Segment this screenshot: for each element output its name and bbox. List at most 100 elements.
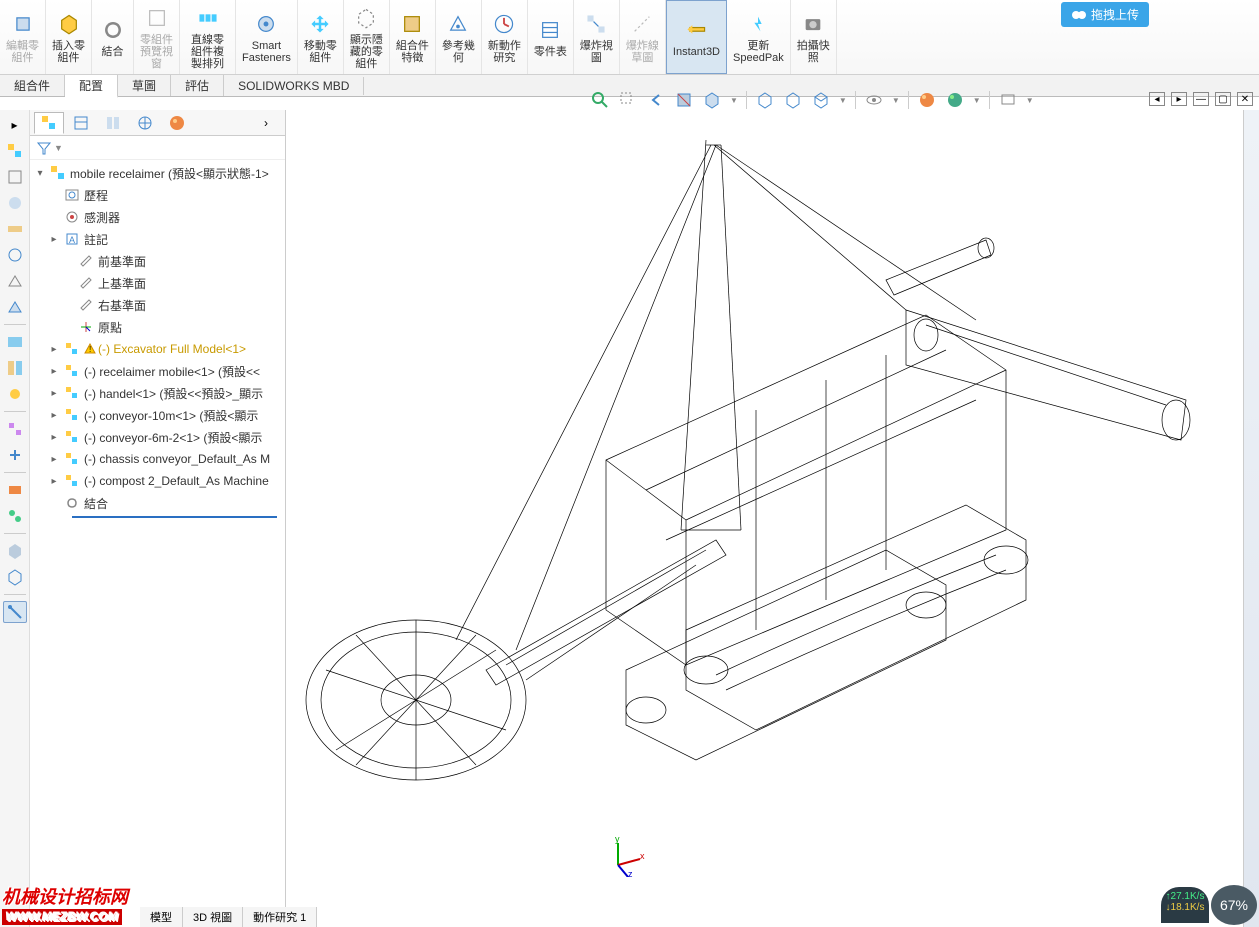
fm-tab-more-icon[interactable]: › <box>251 112 281 134</box>
ribbon-move-component[interactable]: 移動零 組件 <box>298 0 344 74</box>
ribbon-bom[interactable]: 零件表 <box>528 0 574 74</box>
tab-assembly[interactable]: 組合件 <box>0 75 65 96</box>
tree-item[interactable]: 前基準面 <box>30 250 285 272</box>
ribbon-new-motion[interactable]: 新動作 研究 <box>482 0 528 74</box>
exploded-view-icon <box>582 10 610 38</box>
tree-item[interactable]: 結合 <box>30 492 285 514</box>
bottom-tab[interactable]: 模型 <box>140 907 183 927</box>
history-icon <box>63 186 81 204</box>
bom-icon <box>536 16 564 44</box>
bottom-tab[interactable]: 動作研究 1 <box>243 907 317 927</box>
move-component-icon <box>306 10 334 38</box>
tree-item[interactable]: 感測器 <box>30 206 285 228</box>
ribbon-snapshot[interactable]: 拍攝快 照 <box>791 0 837 74</box>
wireframe-icon[interactable] <box>811 90 831 110</box>
tree-item[interactable]: ▸A註記 <box>30 228 285 250</box>
tool2-icon[interactable] <box>3 192 27 214</box>
hide-show-icon[interactable] <box>864 90 884 110</box>
tree-item[interactable]: 歷程 <box>30 184 285 206</box>
display-style-icon[interactable] <box>755 90 775 110</box>
bottom-tab[interactable]: 3D 視圖 <box>183 907 243 927</box>
svg-text:z: z <box>628 869 633 877</box>
tree-item[interactable]: ▸(-) chassis conveyor_Default_As M <box>30 448 285 470</box>
hlr-icon[interactable] <box>783 90 803 110</box>
asm-icon <box>63 406 81 424</box>
tree-item[interactable]: ▸(-) handel<1> (預設<<預設>_顯示 <box>30 382 285 404</box>
tree-item[interactable]: ▸(-) recelaimer mobile<1> (預設<< <box>30 360 285 382</box>
tool3-icon[interactable] <box>3 218 27 240</box>
tool13-icon[interactable] <box>3 540 27 562</box>
tab-mbd[interactable]: SOLIDWORKS MBD <box>224 77 364 95</box>
asm-icon[interactable] <box>3 140 27 162</box>
next-doc-icon[interactable]: ▸ <box>1171 92 1187 106</box>
assembly-icon <box>49 164 67 182</box>
close-icon[interactable]: ✕ <box>1237 92 1253 106</box>
tool11-icon[interactable] <box>3 479 27 501</box>
ribbon-instant3d[interactable]: Instant3D <box>666 0 727 74</box>
tree-item[interactable]: ▸(-) compost 2_Default_As Machine <box>30 470 285 492</box>
tool5-icon[interactable] <box>3 270 27 292</box>
funnel-icon[interactable] <box>36 140 52 156</box>
prev-doc-icon[interactable]: ◂ <box>1149 92 1165 106</box>
previous-view-icon[interactable] <box>646 90 666 110</box>
zoom-badge: 67% <box>1211 885 1257 925</box>
tree-item[interactable]: ▸(-) conveyor-6m-2<1> (預設<顯示 <box>30 426 285 448</box>
task-pane-edge[interactable] <box>1243 110 1259 927</box>
ribbon-edit-component: 編輯零 組件 <box>0 0 46 74</box>
tree-item[interactable]: ▸(-) conveyor-10m<1> (預設<顯示 <box>30 404 285 426</box>
section-view-icon[interactable] <box>674 90 694 110</box>
tool5b-icon[interactable] <box>3 296 27 318</box>
tab-layout[interactable]: 配置 <box>65 75 118 98</box>
network-badge: ↑27.1K/s ↓18.1K/s <box>1161 887 1209 923</box>
tool6-icon[interactable] <box>3 331 27 353</box>
tree-item[interactable]: 右基準面 <box>30 294 285 316</box>
instant3d-icon <box>682 16 710 44</box>
ribbon-assembly-features[interactable]: 組合件 特徵 <box>390 0 436 74</box>
insert-component-icon <box>55 10 83 38</box>
fm-tab-property[interactable] <box>66 112 96 134</box>
asm-icon <box>63 340 81 358</box>
ribbon-smart-fasteners[interactable]: Smart Fasteners <box>236 0 298 74</box>
scene-icon[interactable] <box>945 90 965 110</box>
bottom-tabs: 模型3D 視圖動作研究 1 <box>140 907 317 927</box>
render-icon[interactable] <box>998 90 1018 110</box>
tool15-icon[interactable] <box>3 601 27 623</box>
select-icon[interactable]: ▸ <box>3 114 27 136</box>
tab-evaluate[interactable]: 評估 <box>171 75 224 96</box>
ribbon-exploded-view[interactable]: 爆炸視 圖 <box>574 0 620 74</box>
fm-tab-config[interactable] <box>98 112 128 134</box>
viewport-3d[interactable]: y x z <box>286 110 1259 927</box>
zoom-fit-icon[interactable] <box>590 90 610 110</box>
tool1-icon[interactable] <box>3 166 27 188</box>
ribbon-mate[interactable]: 結合 <box>92 0 134 74</box>
annot-icon: A <box>63 230 81 248</box>
tree-item[interactable]: ▸!(-) Excavator Full Model<1> <box>30 338 285 360</box>
tool8-icon[interactable] <box>3 383 27 405</box>
upload-button[interactable]: 拖拽上传 <box>1061 2 1149 27</box>
svg-text:x: x <box>640 851 645 861</box>
fm-tab-tree[interactable] <box>34 112 64 134</box>
tool7-icon[interactable] <box>3 357 27 379</box>
zoom-area-icon[interactable] <box>618 90 638 110</box>
tool12-icon[interactable] <box>3 505 27 527</box>
fm-tab-dim[interactable] <box>130 112 160 134</box>
ribbon-insert-component[interactable]: 插入零 組件 <box>46 0 92 74</box>
tree-item[interactable]: 原點 <box>30 316 285 338</box>
tool4-icon[interactable] <box>3 244 27 266</box>
tool9-icon[interactable] <box>3 418 27 440</box>
tab-sketch[interactable]: 草圖 <box>118 75 171 96</box>
maximize-icon[interactable]: ▢ <box>1215 92 1231 106</box>
ribbon-linear-pattern[interactable]: 直線零 組件複 製排列 <box>180 0 236 74</box>
tree-root[interactable]: ▾mobile recelaimer (預設<顯示狀態-1> <box>30 162 285 184</box>
view-orientation-icon[interactable] <box>702 90 722 110</box>
tree-item[interactable]: 上基準面 <box>30 272 285 294</box>
fm-tab-display[interactable] <box>162 112 192 134</box>
tool10-icon[interactable] <box>3 444 27 466</box>
watermark: 机械设计招标网 WWW.MEZBW.COM <box>2 883 128 925</box>
ribbon-speedpak[interactable]: 更新 SpeedPak <box>727 0 791 74</box>
minimize-icon[interactable]: — <box>1193 92 1209 106</box>
ribbon-reference-geom[interactable]: 參考幾 何 <box>436 0 482 74</box>
appearance-icon[interactable] <box>917 90 937 110</box>
ribbon-show-hidden[interactable]: 顯示隱 藏的零 組件 <box>344 0 390 74</box>
tool14-icon[interactable] <box>3 566 27 588</box>
